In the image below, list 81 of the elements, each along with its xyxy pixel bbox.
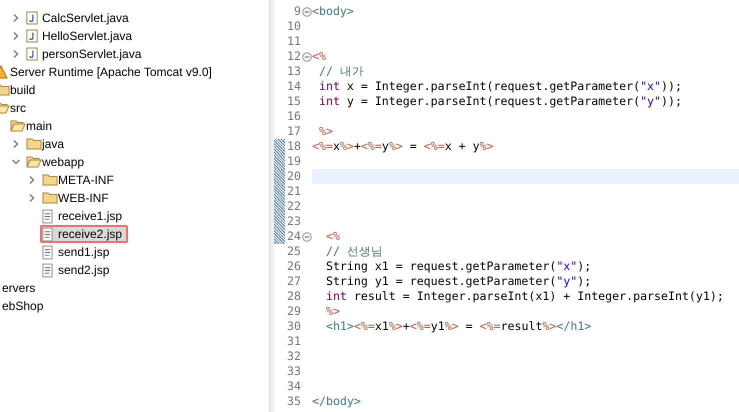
line-number: 20 [286,169,301,184]
line-number: 27 [286,274,301,289]
line-number: 19 [286,154,301,169]
jsp-file-icon [42,226,53,242]
line-number: 10 [286,19,301,34]
folder-icon [42,191,58,205]
code-line: // 내가 [318,64,364,79]
line-number: 35 [286,394,301,409]
code-line: String x1 = request.getParameter("x"); [324,259,592,274]
code-line: <%=x%>+<%=y%> = <%=x + y%> [312,139,494,154]
code-line: // 선생님 [324,244,383,259]
code-line: %> [318,124,333,139]
code-line: <body> [312,4,354,19]
tree-item[interactable]: WEB-INF [40,189,115,207]
tree-item[interactable]: personServlet.java [24,45,148,63]
jsp-file-icon [42,262,53,278]
collapse-icon[interactable] [302,232,312,242]
jsp-file-icon [42,208,53,224]
code-line: </body> [312,394,361,409]
line-number: 17 [286,124,301,139]
code-line: <% [312,49,326,64]
line-number: 24 [286,229,301,244]
line-number: 26 [286,259,301,274]
line-number: 34 [286,379,301,394]
line-number: 28 [286,289,301,304]
tree-item[interactable]: HelloServlet.java [24,27,138,45]
line-number: 11 [286,34,301,49]
collapse-icon[interactable] [302,52,312,62]
line-number: 25 [286,244,301,259]
tree-item[interactable]: send1.jsp [40,243,116,261]
code-line: String y1 = request.getParameter("y"); [324,274,592,289]
tree-item[interactable]: src [0,99,32,117]
tree-item[interactable]: receive1.jsp [40,207,128,225]
jsp-file-icon [42,244,53,260]
line-number: 31 [286,334,301,349]
line-number: 12 [286,49,301,64]
folder-icon [42,173,58,187]
line-number: 9 [293,4,301,19]
code-line: <% [324,229,340,244]
tree-item[interactable]: ebShop [0,297,50,315]
java-file-icon [26,47,38,61]
code-line: <h1><%=x1%>+<%=y1%> = <%=result%></h1> [324,319,592,334]
line-number: 32 [286,349,301,364]
code-line: %> [324,304,340,319]
collapse-icon[interactable] [302,6,312,16]
chevron-icon[interactable] [27,193,37,203]
chevron-icon[interactable] [27,175,37,185]
tree-item[interactable]: send2.jsp [40,261,116,279]
tree-item[interactable]: receive2.jsp [40,225,128,243]
line-number: 23 [286,214,301,229]
tree-item[interactable]: main [8,117,58,135]
open-folder-icon [10,119,26,133]
tree-item[interactable]: build [0,81,42,99]
line-number: 33 [286,364,301,379]
tree-item[interactable]: Server Runtime [Apache Tomcat v9.0] [0,63,218,81]
chevron-icon[interactable] [11,139,21,149]
chevron-icon[interactable] [11,49,21,59]
tree-item[interactable]: java [24,135,70,153]
tree-item[interactable]: ervers [0,279,42,297]
code-line: int x = Integer.parseInt(request.getParameter("x")); [318,79,682,94]
line-number: 15 [286,94,301,109]
code-line: int y = Integer.parseInt(request.getParameter("y")); [318,94,682,109]
line-number: 14 [286,79,301,94]
java-file-icon [26,29,38,43]
chevron-icon[interactable] [11,31,21,41]
line-number: 30 [286,319,301,334]
java-file-icon [26,11,38,25]
open-folder-icon [26,155,42,169]
tree-item[interactable]: webapp [24,153,90,171]
folder-icon [26,137,42,151]
code-line: int result = Integer.parseInt(x1) + Integer.parseInt(y1); [324,289,724,304]
line-number: 22 [286,199,301,214]
chevron-icon[interactable] [11,13,21,23]
line-number: 21 [286,184,301,199]
line-number: 18 [286,139,301,154]
line-number: 16 [286,109,301,124]
tree-item[interactable]: CalcServlet.java [24,9,135,27]
chevron-icon[interactable] [11,157,21,167]
line-number: 13 [286,64,301,79]
tree-item[interactable]: META-INF [40,171,120,189]
line-number: 29 [286,304,301,319]
